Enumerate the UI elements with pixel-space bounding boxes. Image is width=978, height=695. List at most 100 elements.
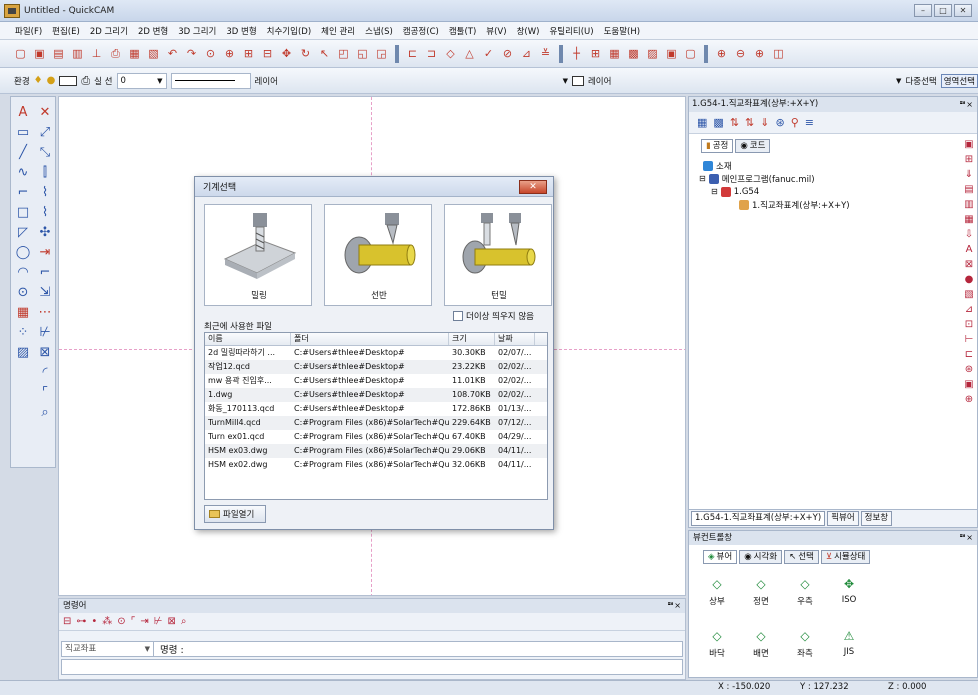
triangle-icon[interactable]: △ bbox=[461, 45, 478, 63]
zoom-out-icon[interactable]: ⊟ bbox=[259, 45, 276, 63]
dont-show-checkbox[interactable] bbox=[453, 311, 463, 321]
window-icon[interactable]: ▢ bbox=[682, 45, 699, 63]
table-row[interactable]: TurnMill4.qcd C:#Program Files (x86)#Sol… bbox=[205, 416, 547, 430]
tree-tool-icon[interactable]: ▦ bbox=[697, 116, 707, 129]
box-icon[interactable]: ◰ bbox=[335, 45, 352, 63]
hatch-tool-icon[interactable]: ▦ bbox=[15, 305, 31, 321]
print-preview-icon[interactable]: ▦ bbox=[126, 45, 143, 63]
dimension-tool-icon[interactable]: ⊠ bbox=[37, 345, 53, 361]
cmd-tool-icon[interactable]: ⌜ bbox=[131, 616, 136, 627]
side-tool-icon[interactable]: ▥ bbox=[964, 199, 973, 210]
side-tool-icon[interactable]: ⊢ bbox=[965, 334, 974, 345]
color-swatch[interactable] bbox=[59, 75, 78, 86]
tab-info[interactable]: 정보창 bbox=[860, 511, 893, 526]
side-tool-icon[interactable]: ⊿ bbox=[965, 304, 973, 315]
pan-icon[interactable]: ✥ bbox=[278, 45, 295, 63]
menu-chain[interactable]: 체인 관리 bbox=[316, 25, 360, 37]
bulb-icon[interactable]: ♦ bbox=[34, 75, 43, 86]
value-dropdown[interactable]: 0 ▼ bbox=[116, 72, 167, 89]
menu-cam-tool[interactable]: 캠툴(T) bbox=[444, 25, 481, 37]
maximize-button[interactable]: □ bbox=[934, 4, 952, 17]
extend-icon[interactable]: ⊐ bbox=[423, 45, 440, 63]
side-tool-icon[interactable]: ▧ bbox=[964, 289, 973, 300]
redo-icon[interactable]: ↷ bbox=[183, 45, 200, 63]
scale-tool-icon[interactable]: ⇲ bbox=[37, 285, 53, 301]
ellipse-tool-icon[interactable]: ⊙ bbox=[15, 285, 31, 301]
view-panel-pin[interactable]: ᅖ× bbox=[959, 531, 973, 545]
multi-select-button[interactable]: 다중선택 bbox=[905, 75, 936, 87]
open-file-icon[interactable]: ▣ bbox=[31, 45, 48, 63]
fill-tool-icon[interactable]: ▨ bbox=[15, 345, 31, 361]
select-icon[interactable]: ↖ bbox=[316, 45, 333, 63]
menu-snap[interactable]: 스냅(S) bbox=[360, 25, 398, 37]
circle-slash-icon[interactable]: ⊘ bbox=[499, 45, 516, 63]
side-tool-icon[interactable]: ⊛ bbox=[965, 364, 973, 375]
tab-coord-system[interactable]: 1.G54-1.직교좌표계(상부:+X+Y) bbox=[691, 511, 826, 526]
tab-process[interactable]: ▮ 공정 bbox=[701, 139, 734, 153]
array-tool-icon[interactable]: ⋯ bbox=[37, 305, 53, 321]
break-tool-icon[interactable]: ⌐ bbox=[37, 265, 53, 281]
menu-edit[interactable]: 편집(E) bbox=[47, 25, 85, 37]
table-row[interactable]: 1.dwg C:#Users#thlee#Desktop# 108.70KB 0… bbox=[205, 388, 547, 402]
tab-sim-status[interactable]: ⊻ 시뮬상태 bbox=[820, 550, 871, 564]
check-icon[interactable]: ✓ bbox=[480, 45, 497, 63]
minimize-button[interactable]: – bbox=[914, 4, 932, 17]
menu-2d-draw[interactable]: 2D 그리기 bbox=[85, 25, 133, 37]
save-as-icon[interactable]: ▥ bbox=[69, 45, 86, 63]
menu-utility[interactable]: 유틸리티(U) bbox=[544, 25, 598, 37]
view-back-button[interactable]: ◇ 배면 bbox=[741, 629, 781, 659]
table-row[interactable]: HSM ex03.dwg C:#Program Files (x86)#Sola… bbox=[205, 444, 547, 458]
cmd-tool-icon[interactable]: ⊙ bbox=[117, 616, 125, 627]
column-header-date[interactable]: 날짜 bbox=[495, 333, 535, 345]
cmd-tool-icon[interactable]: ⊠ bbox=[167, 616, 175, 627]
menu-2d-transform[interactable]: 2D 변형 bbox=[133, 25, 173, 37]
printer-icon[interactable]: ⎙ bbox=[81, 74, 90, 88]
zoom-in-icon[interactable]: ⊞ bbox=[240, 45, 257, 63]
side-tool-icon[interactable]: A bbox=[966, 244, 973, 255]
menu-file[interactable]: 파일(F) bbox=[10, 25, 47, 37]
cmd-tool-icon[interactable]: ⊶ bbox=[76, 616, 86, 627]
menu-window[interactable]: 창(W) bbox=[512, 25, 545, 37]
undo-icon[interactable]: ↶ bbox=[164, 45, 181, 63]
cmd-tool-icon[interactable]: ⌕ bbox=[181, 616, 187, 627]
open-file-button[interactable]: 파일열기 bbox=[204, 505, 266, 523]
side-tool-icon[interactable]: ⊏ bbox=[965, 349, 973, 360]
zoom-tool-icon[interactable]: ⌕ bbox=[37, 405, 53, 421]
menu-cam-process[interactable]: 캠공정(C) bbox=[398, 25, 444, 37]
fillet-tool-icon[interactable]: ◜ bbox=[37, 365, 53, 381]
side-tool-icon[interactable]: ⊡ bbox=[965, 319, 973, 330]
tree-tool-icon[interactable]: ⇓ bbox=[760, 116, 769, 129]
side-tool-icon[interactable]: ● bbox=[965, 274, 974, 285]
menu-3d-draw[interactable]: 3D 그리기 bbox=[173, 25, 221, 37]
side-tool-icon[interactable]: ⊠ bbox=[965, 259, 973, 270]
lathe-card[interactable]: 선반 bbox=[324, 204, 432, 306]
spline-tool-icon[interactable]: ∿ bbox=[15, 165, 31, 181]
table-row[interactable]: 화동_170113.qcd C:#Users#thlee#Desktop# 17… bbox=[205, 402, 547, 416]
zoom-window-icon[interactable]: ⊙ bbox=[202, 45, 219, 63]
menu-help[interactable]: 도움말(H) bbox=[599, 25, 645, 37]
settings-icon[interactable]: ▨ bbox=[644, 45, 661, 63]
close-button[interactable]: ✕ bbox=[954, 4, 972, 17]
fit-window-icon[interactable]: ◫ bbox=[770, 45, 787, 63]
table-icon[interactable]: ▦ bbox=[606, 45, 623, 63]
circle-tool-icon[interactable]: ◯ bbox=[15, 245, 31, 261]
view-left-button[interactable]: ◇ 좌측 bbox=[785, 629, 825, 659]
collapse-icon[interactable]: ⊟ bbox=[711, 187, 718, 196]
layer-color-swatch[interactable] bbox=[571, 75, 584, 86]
print-icon[interactable]: ⎙ bbox=[107, 45, 124, 63]
table-row[interactable]: HSM ex02.dwg C:#Program Files (x86)#Sola… bbox=[205, 458, 547, 472]
zoom-fit-icon[interactable]: ⊕ bbox=[751, 45, 768, 63]
box-tool-icon[interactable]: □ bbox=[15, 205, 31, 221]
tab-pick-viewer[interactable]: 픽뷰어 bbox=[827, 511, 859, 526]
text-icon[interactable]: ≚ bbox=[537, 45, 554, 63]
mirror-tool-icon[interactable]: ⫿ bbox=[37, 165, 53, 181]
menu-view[interactable]: 뷰(V) bbox=[481, 25, 511, 37]
tab-viewer[interactable]: ◈ 뷰어 bbox=[703, 550, 738, 564]
tab-visualize[interactable]: ◉ 시각화 bbox=[739, 550, 783, 564]
side-tool-icon[interactable]: ▦ bbox=[964, 214, 973, 225]
trim-icon[interactable]: ⊏ bbox=[404, 45, 421, 63]
chevron-down-icon[interactable]: ▼ bbox=[896, 77, 901, 85]
point-tool-icon[interactable]: ⁘ bbox=[15, 325, 31, 341]
side-tool-icon[interactable]: ⊕ bbox=[965, 394, 973, 405]
menu-3d-transform[interactable]: 3D 변형 bbox=[221, 25, 261, 37]
